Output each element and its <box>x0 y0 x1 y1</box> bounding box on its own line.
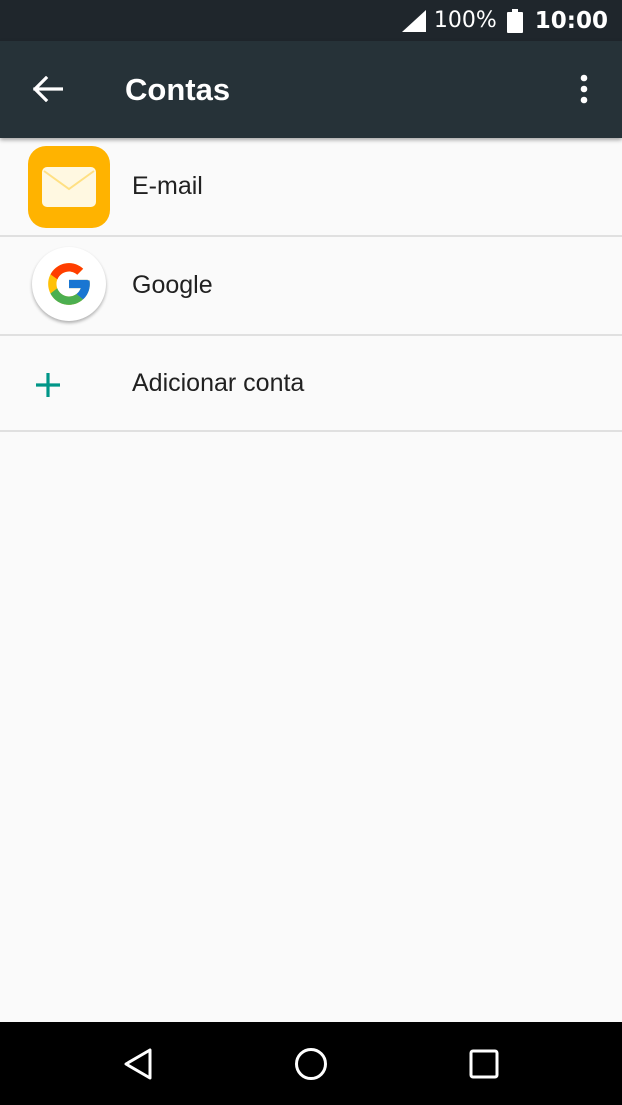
nav-recents-button[interactable] <box>460 1040 508 1088</box>
plus-icon <box>36 373 60 397</box>
nav-back-button[interactable] <box>114 1040 162 1088</box>
accounts-list: E-mail Google Adicionar conta <box>0 138 622 432</box>
status-bar: 100% 10:00 <box>0 0 622 41</box>
email-app-icon-wrap <box>28 146 110 228</box>
nav-home-button[interactable] <box>287 1040 335 1088</box>
account-item-email[interactable]: E-mail <box>0 138 622 237</box>
back-triangle-icon <box>124 1048 152 1080</box>
account-label: Google <box>132 271 213 299</box>
clock: 10:00 <box>534 7 608 34</box>
battery-percent: 100% <box>433 8 497 33</box>
navigation-bar <box>0 1022 622 1105</box>
back-button[interactable] <box>26 67 70 111</box>
battery-icon <box>506 8 523 33</box>
account-item-google[interactable]: Google <box>0 237 622 336</box>
add-account-label: Adicionar conta <box>132 369 305 397</box>
arrow-back-icon <box>33 76 63 102</box>
home-circle-icon <box>295 1048 327 1080</box>
add-account-button[interactable]: Adicionar conta <box>0 336 622 432</box>
email-app-icon <box>28 146 110 228</box>
account-label: E-mail <box>132 172 203 200</box>
more-options-button[interactable] <box>562 67 606 111</box>
page-title: Contas <box>125 72 231 107</box>
recents-square-icon <box>469 1049 499 1079</box>
google-icon <box>32 247 106 321</box>
app-bar: Contas <box>0 41 622 138</box>
signal-icon <box>401 9 426 32</box>
more-vert-icon <box>580 74 588 104</box>
